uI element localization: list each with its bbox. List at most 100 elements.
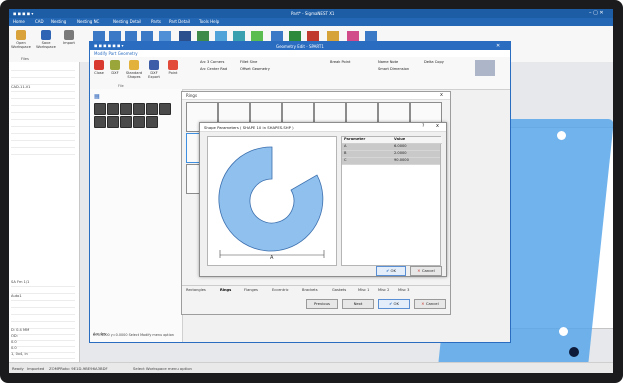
open-workspace-button[interactable]: Open Workspace (11, 30, 31, 49)
menu-cad[interactable]: CAD (35, 19, 44, 24)
ribbon-tool-icon[interactable] (251, 31, 263, 41)
help-icon[interactable]: ? (422, 124, 424, 129)
ribbon-tool-icon[interactable] (109, 31, 121, 41)
shape-parameters-close-icon[interactable]: x (436, 123, 439, 129)
list-item[interactable] (11, 64, 75, 71)
list-item[interactable] (11, 148, 75, 155)
menu-part-detail[interactable]: Part Detail (169, 19, 190, 24)
view-tools-icon[interactable] (475, 60, 495, 76)
close-button[interactable]: Close (92, 60, 106, 75)
property-row[interactable] (11, 315, 75, 322)
smart-dimension-tool[interactable]: Smart Dimension (378, 67, 409, 71)
menu-home[interactable]: Home (13, 19, 25, 24)
name-note-tool[interactable]: Name Note (378, 60, 398, 64)
tab-eccentric[interactable]: Eccentric (272, 288, 289, 292)
list-item[interactable] (11, 106, 75, 113)
window-controls[interactable]: – ▢ ✕ (589, 10, 604, 16)
table-row[interactable]: A 6.0000 (342, 144, 440, 151)
point-button[interactable]: Point (166, 60, 180, 75)
ribbon-tool-icon[interactable] (179, 31, 191, 41)
shapes-dialog-close-icon[interactable]: x (440, 92, 443, 98)
params-cancel-button[interactable]: ✕ Cancel (410, 266, 442, 276)
draw-tool-icon[interactable] (133, 103, 145, 115)
ribbon-tool-icon[interactable] (307, 31, 319, 41)
tool-palette-icon[interactable]: ▦ (94, 93, 100, 100)
draw-tool-icon[interactable] (120, 116, 132, 128)
list-item[interactable] (11, 134, 75, 141)
tab-brackets[interactable]: Brackets (302, 288, 318, 292)
menu-nesting[interactable]: Nesting (51, 19, 66, 24)
property-row[interactable] (11, 301, 75, 308)
params-ok-button[interactable]: ✔ OK (376, 266, 406, 276)
draw-tool-icon[interactable] (146, 116, 158, 128)
tab-rectangles[interactable]: Rectangles (186, 288, 206, 292)
geometry-quick-icons[interactable]: ◼ ◼ ◼ ◼ ◼ ◼ ▾ (94, 43, 124, 48)
draw-tool-icon[interactable] (120, 103, 132, 115)
ribbon-tool-icon[interactable] (159, 31, 171, 41)
param-value[interactable]: 2.0000 (394, 151, 407, 155)
arc-3-corners-tool[interactable]: Arc 3 Corners (200, 60, 224, 64)
property-row[interactable]: SA Fm 1/1 (11, 280, 75, 287)
list-item[interactable] (11, 141, 75, 148)
property-row[interactable]: 1, 0x4, in (11, 352, 75, 359)
tab-gaskets[interactable]: Gaskets (332, 288, 346, 292)
import-button[interactable]: Import (61, 30, 77, 45)
ribbon-tool-icon[interactable] (271, 31, 283, 41)
draw-tool-icon[interactable] (107, 116, 119, 128)
list-item[interactable] (11, 113, 75, 120)
tab-flanges[interactable]: Flanges (244, 288, 258, 292)
dxf-button[interactable]: DXF (108, 60, 122, 75)
ribbon-tool-icon[interactable] (125, 31, 137, 41)
draw-tool-icon[interactable] (94, 103, 106, 115)
shapes-cancel-button[interactable]: ✕ Cancel (414, 299, 446, 309)
standard-shapes-button[interactable]: Standard Shapes (124, 60, 144, 79)
shapes-ok-button[interactable]: ✔ OK (378, 299, 410, 309)
ribbon-tool-icon[interactable] (347, 31, 359, 41)
param-value[interactable]: 6.0000 (394, 144, 407, 148)
tab-modify-part-geometry[interactable]: Modify Part Geometry (94, 51, 138, 56)
property-row[interactable] (11, 287, 75, 294)
ribbon-tool-icon[interactable] (215, 31, 227, 41)
arc-center-rad-tool[interactable]: Arc Center Rad (200, 67, 227, 71)
ribbon-tool-icon[interactable] (141, 31, 153, 41)
ribbon-tool-icon[interactable] (289, 31, 301, 41)
ribbon-tool-icon[interactable] (197, 31, 209, 41)
list-item[interactable] (11, 71, 75, 78)
save-workspace-button[interactable]: Save Workspace (35, 30, 57, 49)
draw-tool-icon[interactable] (133, 116, 145, 128)
menu-tools-help[interactable]: Tools Help (199, 19, 219, 24)
menu-parts[interactable]: Parts (151, 19, 161, 24)
draw-tool-icon[interactable] (146, 103, 158, 115)
tab-misc-2[interactable]: Misc 2 (378, 288, 389, 292)
break-point-tool[interactable]: Break Point (330, 60, 350, 64)
table-row[interactable]: B 2.0000 (342, 151, 440, 158)
menu-nesting-nc[interactable]: Nesting NC (77, 19, 99, 24)
draw-tool-icon[interactable] (159, 103, 171, 115)
ribbon-tool-icon[interactable] (365, 31, 377, 41)
next-button[interactable]: Next (342, 299, 374, 309)
offset-geometry-tool[interactable]: Offset Geometry (240, 67, 270, 71)
list-item[interactable] (11, 127, 75, 134)
list-item[interactable] (11, 120, 75, 127)
property-row[interactable] (11, 308, 75, 315)
dxf-export-button[interactable]: DXF Export (146, 60, 162, 79)
tab-rings[interactable]: Rings (220, 288, 231, 292)
previous-button[interactable]: Previous (306, 299, 338, 309)
menu-nesting-detail[interactable]: Nesting Detail (113, 19, 141, 24)
list-item[interactable] (11, 78, 75, 85)
param-value[interactable]: 90.0000 (394, 158, 409, 162)
draw-tool-icon[interactable] (94, 116, 106, 128)
tab-misc-3[interactable]: Misc 3 (398, 288, 409, 292)
table-row[interactable]: C 90.0000 (342, 158, 440, 165)
geometry-close-icon[interactable]: ✕ (496, 43, 500, 49)
property-row[interactable]: Auto1 (11, 294, 75, 301)
draw-tool-icon[interactable] (107, 103, 119, 115)
tab-misc-1[interactable]: Misc 1 (358, 288, 369, 292)
quick-access-icons[interactable]: ◼ ◼ ◼ ◼ ▾ (13, 11, 33, 16)
list-item[interactable]: CAD-11-V1 (11, 85, 75, 92)
list-item[interactable] (11, 99, 75, 106)
delta-copy-tool[interactable]: Delta Copy (424, 60, 444, 64)
ribbon-tool-icon[interactable] (327, 31, 339, 41)
fillet-sine-tool[interactable]: Fillet Sine (240, 60, 257, 64)
ribbon-tool-icon[interactable] (93, 31, 105, 41)
